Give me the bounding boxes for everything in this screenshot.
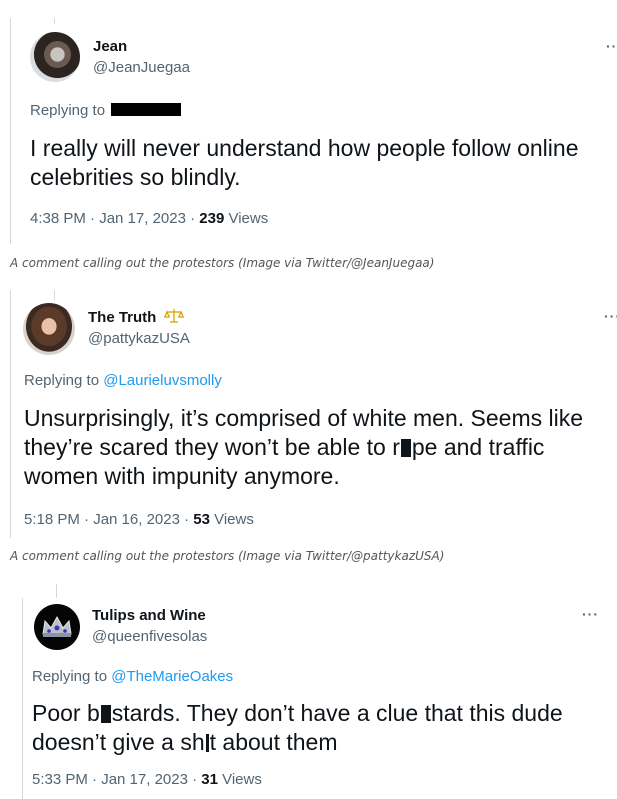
replying-prefix: Replying to <box>24 372 104 389</box>
card-border-left <box>10 18 11 244</box>
tweet-card-2[interactable]: The Truth @pattykazUSA ··· Replying to @… <box>10 290 617 538</box>
tweet-meta: 5:33 PM · Jan 17, 2023 · 31 Views <box>32 771 262 788</box>
timestamp[interactable]: 4:38 PM · Jan 17, 2023 · <box>30 210 199 227</box>
card-border-left <box>10 290 11 538</box>
avatar[interactable] <box>23 303 75 355</box>
replying-prefix: Replying to <box>32 668 112 685</box>
tweet-text: Poor b stards. They don’t have a clue tha… <box>32 700 563 755</box>
timestamp[interactable]: 5:33 PM · Jan 17, 2023 · <box>32 771 201 788</box>
image-caption-2: A comment calling out the protestors (Im… <box>10 549 445 563</box>
thread-line <box>54 290 55 300</box>
tweet-meta: 5:18 PM · Jan 16, 2023 · 53 Views <box>24 511 254 528</box>
card-border-left <box>22 598 23 799</box>
views-label: Views <box>209 511 254 528</box>
image-caption-1: A comment calling out the protestors (Im… <box>10 256 435 270</box>
replying-to: Replying to @Laurieluvsmolly <box>24 372 222 389</box>
display-name[interactable]: Jean <box>93 38 127 55</box>
censor-block <box>100 705 111 723</box>
replying-to-link[interactable]: @Laurieluvsmolly <box>103 372 222 389</box>
more-options-icon[interactable]: ··· <box>604 308 617 324</box>
redacted-username <box>111 103 182 116</box>
replying-to: Replying to @TheMarieOakes <box>32 668 233 685</box>
crown-icon <box>42 615 72 637</box>
views-count[interactable]: 239 <box>199 210 224 227</box>
user-handle[interactable]: @queenfivesolas <box>92 628 207 645</box>
more-options-icon[interactable]: ··· <box>582 606 599 622</box>
tweet-text: I really will never understand how peopl… <box>30 135 579 190</box>
avatar[interactable] <box>30 32 80 82</box>
replying-prefix: Replying to <box>30 102 106 119</box>
user-handle[interactable]: @pattykazUSA <box>88 330 190 347</box>
tweet-card-3[interactable]: Tulips and Wine @queenfivesolas ··· Repl… <box>22 584 617 799</box>
replying-to: Replying to <box>30 102 182 119</box>
user-handle[interactable]: @JeanJuegaa <box>93 59 190 76</box>
censor-block <box>400 439 411 457</box>
thread-line <box>54 18 55 24</box>
views-count[interactable]: 53 <box>193 511 210 528</box>
views-count[interactable]: 31 <box>201 771 218 788</box>
censor-block <box>205 734 209 752</box>
tweet-meta: 4:38 PM · Jan 17, 2023 · 239 Views <box>30 210 268 227</box>
display-name[interactable]: The Truth <box>88 308 184 328</box>
tweet-text: Unsurprisingly, it’s comprised of white … <box>24 405 584 489</box>
avatar[interactable] <box>34 604 80 650</box>
scales-icon <box>163 308 184 328</box>
views-label: Views <box>217 771 262 788</box>
tweet-card-1[interactable]: Jean @JeanJuegaa ·· Replying to I really… <box>10 18 617 244</box>
thread-line <box>56 584 57 598</box>
more-options-icon[interactable]: ·· <box>606 38 617 54</box>
timestamp[interactable]: 5:18 PM · Jan 16, 2023 · <box>24 511 193 528</box>
replying-to-link[interactable]: @TheMarieOakes <box>111 668 233 685</box>
display-name[interactable]: Tulips and Wine <box>92 607 206 624</box>
views-label: Views <box>224 210 269 227</box>
